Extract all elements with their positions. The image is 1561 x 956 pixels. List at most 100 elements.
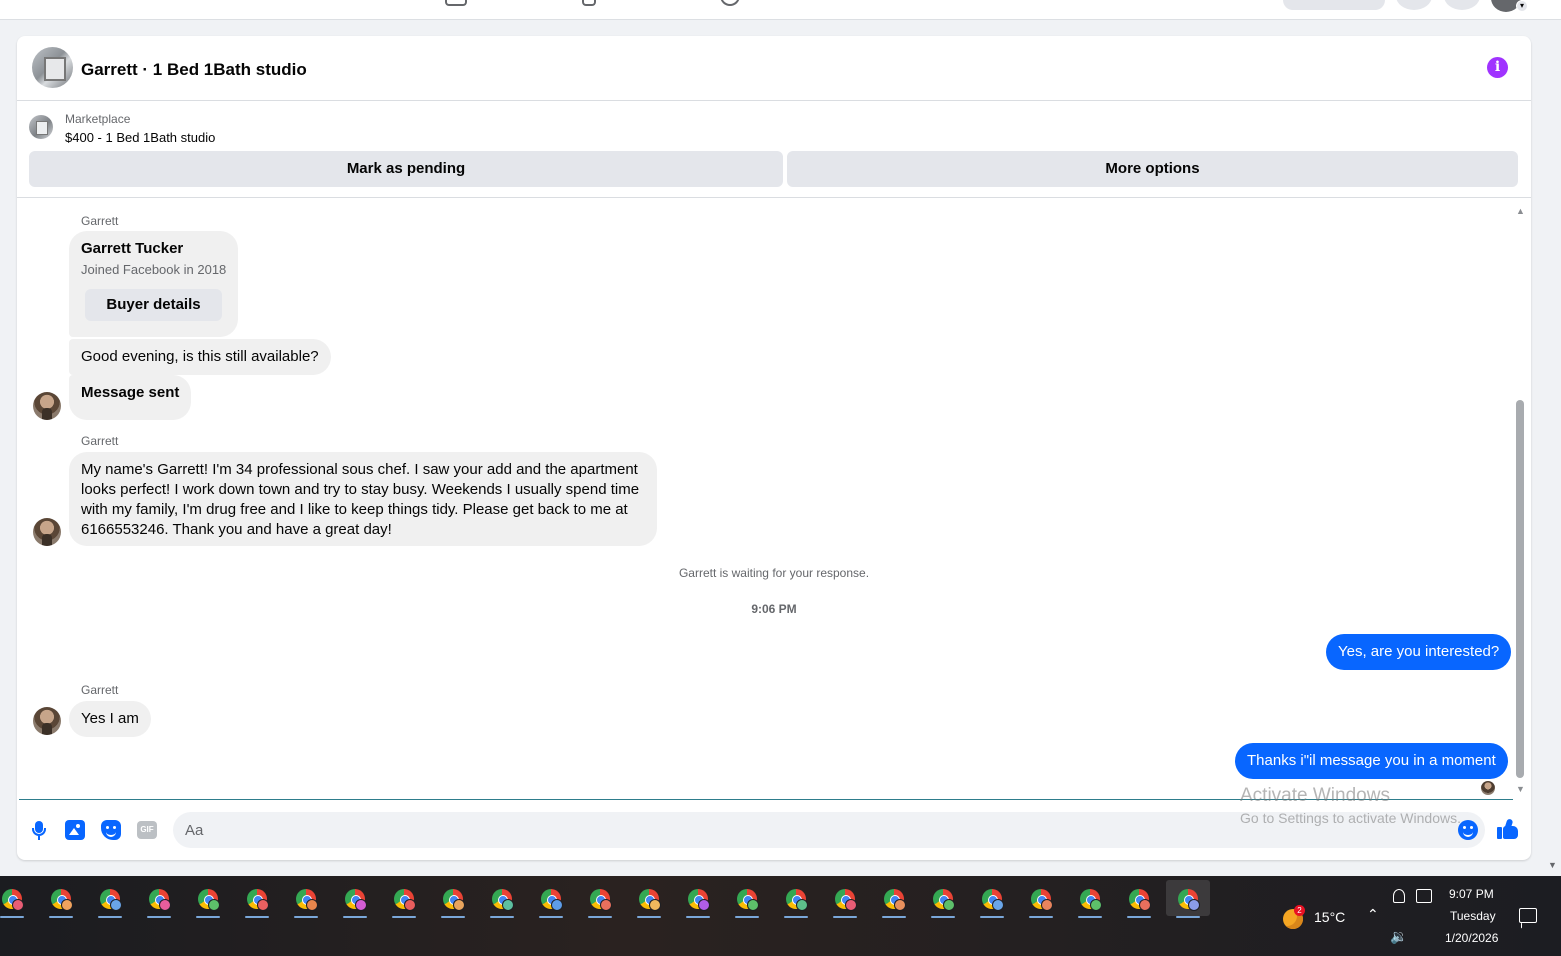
listing-thumbnail[interactable] bbox=[29, 115, 53, 139]
profile-badge-icon bbox=[61, 899, 73, 911]
sticker-icon[interactable] bbox=[101, 820, 121, 840]
photo-icon[interactable] bbox=[65, 820, 85, 840]
activate-windows-title: Activate Windows bbox=[1240, 785, 1390, 806]
running-indicator bbox=[98, 916, 122, 918]
more-options-button[interactable]: More options bbox=[787, 151, 1518, 187]
taskbar-chrome-profile[interactable] bbox=[970, 880, 1014, 918]
taskbar-chrome-profile[interactable] bbox=[725, 880, 769, 918]
emoji-icon[interactable] bbox=[1458, 820, 1478, 840]
profile-badge-icon bbox=[306, 899, 318, 911]
network-icon[interactable] bbox=[1416, 889, 1432, 903]
scroll-down-arrow-icon[interactable]: ▼ bbox=[1516, 784, 1525, 794]
running-indicator bbox=[1029, 916, 1053, 918]
profile-badge-icon bbox=[600, 899, 612, 911]
profile-badge-icon bbox=[796, 899, 808, 911]
buyer-name[interactable]: Garrett Tucker bbox=[81, 239, 183, 259]
messenger-icon[interactable] bbox=[1444, 0, 1480, 10]
taskbar-chrome-profile[interactable] bbox=[88, 880, 132, 918]
profile-badge-icon bbox=[159, 899, 171, 911]
sender-avatar[interactable] bbox=[33, 707, 61, 735]
taskbar-chrome-profile[interactable] bbox=[235, 880, 279, 918]
profile-badge-icon bbox=[1188, 899, 1200, 911]
taskbar-chrome-profile[interactable] bbox=[1019, 880, 1063, 918]
taskbar-chrome-profile[interactable] bbox=[1068, 880, 1112, 918]
clock-date[interactable]: 1/20/2026 bbox=[1445, 931, 1498, 945]
message-bubble[interactable]: Good evening, is this still available? bbox=[69, 339, 331, 375]
sender-avatar[interactable] bbox=[33, 392, 61, 420]
speaker-icon[interactable]: 🔉 bbox=[1390, 928, 1407, 945]
taskbar-chrome-profile[interactable] bbox=[431, 880, 475, 918]
running-indicator bbox=[637, 916, 661, 918]
tray-chevron-up-icon[interactable]: ⌃ bbox=[1367, 906, 1379, 923]
profile-badge-icon bbox=[992, 899, 1004, 911]
clock-day[interactable]: Tuesday bbox=[1450, 909, 1496, 923]
gaming-nav-icon[interactable] bbox=[720, 0, 740, 6]
message-bubble[interactable]: Message sent bbox=[69, 375, 192, 420]
listing-avatar[interactable] bbox=[32, 47, 73, 88]
profile-badge-icon bbox=[649, 899, 661, 911]
profile-badge-icon bbox=[355, 899, 367, 911]
meet-now-icon[interactable] bbox=[1393, 889, 1405, 903]
taskbar-chrome-profile[interactable] bbox=[774, 880, 818, 918]
clock-time[interactable]: 9:07 PM bbox=[1449, 887, 1494, 901]
listing-price[interactable]: $400 - 1 Bed 1Bath studio bbox=[65, 130, 215, 145]
running-indicator bbox=[343, 916, 367, 918]
taskbar-chrome-profile[interactable] bbox=[529, 880, 573, 918]
running-indicator bbox=[490, 916, 514, 918]
running-indicator bbox=[196, 916, 220, 918]
chevron-down-icon[interactable]: ▾ bbox=[1516, 0, 1528, 12]
chat-title[interactable]: Garrett · 1 Bed 1Bath studio bbox=[81, 60, 307, 80]
mark-as-pending-button[interactable]: Mark as pending bbox=[29, 151, 783, 187]
message-timestamp: 9:06 PM bbox=[751, 602, 797, 616]
taskbar-chrome-profile[interactable] bbox=[823, 880, 867, 918]
taskbar-chrome-profile[interactable] bbox=[186, 880, 230, 918]
running-indicator bbox=[931, 916, 955, 918]
read-receipt-avatar bbox=[1481, 781, 1495, 795]
taskbar-chrome-profile[interactable] bbox=[39, 880, 83, 918]
weather-temperature[interactable]: 15°C bbox=[1314, 909, 1345, 925]
running-indicator bbox=[245, 916, 269, 918]
scroll-up-arrow-icon[interactable]: ▲ bbox=[1516, 206, 1525, 216]
running-indicator bbox=[882, 916, 906, 918]
taskbar-chrome-profile[interactable] bbox=[0, 880, 34, 918]
taskbar-chrome-profile[interactable] bbox=[284, 880, 328, 918]
sender-avatar[interactable] bbox=[33, 518, 61, 546]
taskbar-chrome-profile[interactable] bbox=[1117, 880, 1161, 918]
marketplace-nav-icon[interactable] bbox=[445, 0, 467, 6]
message-bubble[interactable]: My name's Garrett! I'm 34 professional s… bbox=[69, 452, 657, 546]
find-friends-pill[interactable] bbox=[1283, 0, 1385, 10]
profile-badge-icon bbox=[943, 899, 955, 911]
taskbar-chrome-profile[interactable] bbox=[627, 880, 671, 918]
running-indicator bbox=[147, 916, 171, 918]
taskbar-chrome-profile[interactable] bbox=[137, 880, 181, 918]
info-icon[interactable]: i bbox=[1487, 57, 1508, 78]
taskbar-chrome-profile[interactable] bbox=[921, 880, 965, 918]
profile-badge-icon bbox=[1041, 899, 1053, 911]
thumbs-up-icon[interactable] bbox=[1497, 818, 1519, 840]
page-scroll-down-icon[interactable]: ▼ bbox=[1548, 860, 1557, 870]
buyer-details-button[interactable]: Buyer details bbox=[85, 289, 222, 321]
taskbar-chrome-profile[interactable] bbox=[1166, 880, 1210, 918]
groups-nav-icon[interactable] bbox=[582, 0, 596, 6]
taskbar-chrome-profile[interactable] bbox=[578, 880, 622, 918]
taskbar-chrome-profile[interactable] bbox=[676, 880, 720, 918]
taskbar-chrome-profile[interactable] bbox=[333, 880, 377, 918]
taskbar-chrome-profile[interactable] bbox=[480, 880, 524, 918]
running-indicator bbox=[784, 916, 808, 918]
taskbar-chrome-profile[interactable] bbox=[382, 880, 426, 918]
running-indicator bbox=[1127, 916, 1151, 918]
microphone-icon[interactable] bbox=[29, 820, 49, 840]
buyer-profile-card: Garrett Tucker Joined Facebook in 2018 B… bbox=[69, 231, 238, 337]
menu-grid-icon[interactable] bbox=[1396, 0, 1432, 10]
taskbar-chrome-profile[interactable] bbox=[872, 880, 916, 918]
message-bubble[interactable]: Yes I am bbox=[69, 701, 151, 737]
profile-badge-icon bbox=[257, 899, 269, 911]
message-scrollbar[interactable]: ▲ ▼ bbox=[1514, 206, 1526, 796]
outgoing-message-bubble[interactable]: Thanks i"il message you in a moment bbox=[1235, 743, 1508, 779]
outgoing-message-bubble[interactable]: Yes, are you interested? bbox=[1326, 634, 1512, 670]
gif-icon[interactable]: GIF bbox=[137, 821, 157, 839]
profile-badge-icon bbox=[110, 899, 122, 911]
notification-center-icon[interactable] bbox=[1519, 908, 1537, 923]
profile-badge-icon bbox=[12, 899, 24, 911]
scroll-thumb[interactable] bbox=[1516, 400, 1524, 778]
